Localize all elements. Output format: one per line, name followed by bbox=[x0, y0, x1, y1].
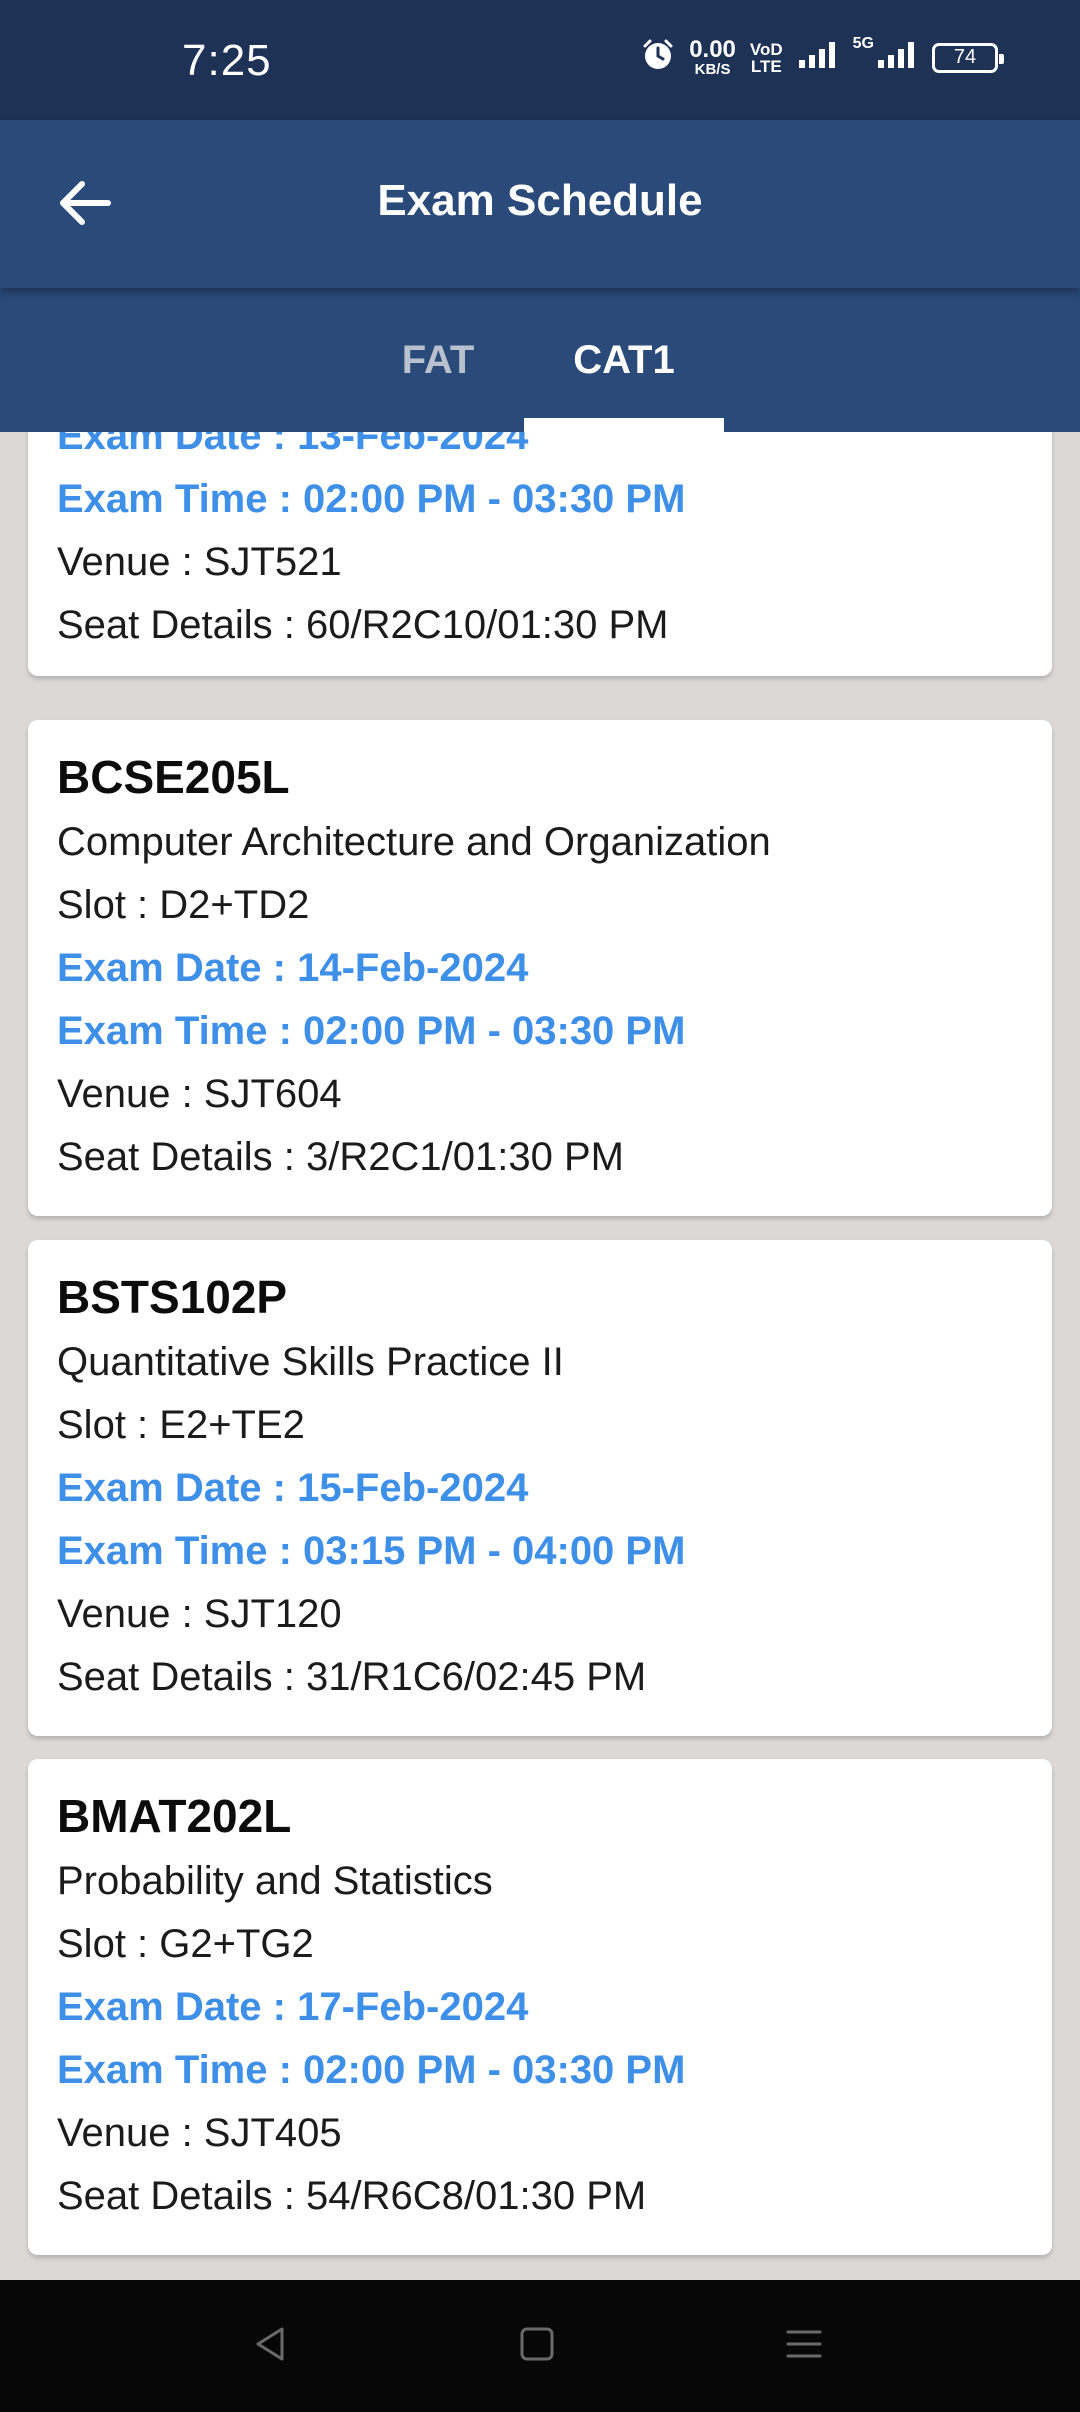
signal-icon bbox=[797, 40, 839, 75]
volte-bottom: LTE bbox=[750, 56, 782, 76]
nav-back-button[interactable] bbox=[240, 2316, 300, 2376]
network-speed-unit: KB/S bbox=[694, 61, 731, 78]
network-speed: 0.00 KB/S bbox=[689, 36, 736, 78]
exam-slot: Slot : D2+TD2 bbox=[57, 883, 310, 927]
exam-course-title: Probability and Statistics bbox=[57, 1859, 493, 1903]
exam-venue: Venue : SJT604 bbox=[57, 1072, 342, 1116]
exam-list[interactable]: Exam Date : 13-Feb-2024 Exam Time : 02:0… bbox=[0, 432, 1080, 2280]
exam-course-title: Computer Architecture and Organization bbox=[57, 820, 771, 864]
network-speed-value: 0.00 bbox=[689, 36, 736, 63]
exam-venue: Venue : SJT521 bbox=[57, 540, 342, 584]
exam-card: BMAT202L Probability and Statistics Slot… bbox=[28, 1759, 1052, 2255]
exam-seat-details: Seat Details : 60/R2C10/01:30 PM bbox=[57, 603, 669, 647]
exam-time: Exam Time : 02:00 PM - 03:30 PM bbox=[57, 1009, 686, 1053]
exam-seat-details: Seat Details : 3/R2C1/01:30 PM bbox=[57, 1135, 624, 1179]
exam-slot: Slot : E2+TE2 bbox=[57, 1403, 305, 1447]
status-bar: 7:25 0.00 KB/S VoD LTE 5G 74 bbox=[0, 0, 1080, 120]
tab-fat[interactable]: FAT bbox=[358, 288, 518, 432]
exam-seat-details: Seat Details : 54/R6C8/01:30 PM bbox=[57, 2174, 647, 2218]
exam-time: Exam Time : 02:00 PM - 03:30 PM bbox=[57, 477, 686, 521]
status-time: 7:25 bbox=[182, 36, 272, 85]
volte-icon: VoD LTE bbox=[750, 41, 783, 75]
alarm-icon bbox=[641, 38, 675, 77]
exam-venue: Venue : SJT405 bbox=[57, 2111, 342, 2155]
system-nav-bar bbox=[0, 2280, 1080, 2412]
exam-card: Exam Date : 13-Feb-2024 Exam Time : 02:0… bbox=[28, 432, 1052, 676]
exam-course-code: BCSE205L bbox=[57, 751, 290, 803]
battery-icon: 74 bbox=[932, 42, 1004, 73]
exam-card: BCSE205L Computer Architecture and Organ… bbox=[28, 720, 1052, 1216]
exam-date: Exam Date : 17-Feb-2024 bbox=[57, 1985, 529, 2029]
exam-time: Exam Time : 03:15 PM - 04:00 PM bbox=[57, 1529, 686, 1573]
menu-lines-icon bbox=[784, 2324, 824, 2369]
signal-5g-icon bbox=[876, 40, 918, 75]
exam-venue: Venue : SJT120 bbox=[57, 1592, 342, 1636]
square-home-icon bbox=[517, 2324, 557, 2369]
status-icons: 0.00 KB/S VoD LTE 5G 74 bbox=[641, 34, 1004, 78]
exam-course-code: BSTS102P bbox=[57, 1271, 288, 1323]
exam-slot: Slot : G2+TG2 bbox=[57, 1922, 314, 1966]
tab-cat1[interactable]: CAT1 bbox=[524, 288, 724, 432]
tab-bar: FAT CAT1 bbox=[0, 288, 1080, 432]
exam-course-code: BMAT202L bbox=[57, 1790, 292, 1842]
exam-seat-details: Seat Details : 31/R1C6/02:45 PM bbox=[57, 1655, 647, 1699]
exam-time: Exam Time : 02:00 PM - 03:30 PM bbox=[57, 2048, 686, 2092]
exam-date: Exam Date : 14-Feb-2024 bbox=[57, 946, 529, 990]
exam-course-title: Quantitative Skills Practice II bbox=[57, 1340, 564, 1384]
triangle-back-icon bbox=[250, 2324, 290, 2369]
exam-card: BSTS102P Quantitative Skills Practice II… bbox=[28, 1240, 1052, 1736]
exam-date: Exam Date : 15-Feb-2024 bbox=[57, 1466, 529, 1510]
nav-recents-button[interactable] bbox=[774, 2316, 834, 2376]
network-type-label: 5G bbox=[852, 34, 874, 52]
nav-home-button[interactable] bbox=[507, 2316, 567, 2376]
app-bar: Exam Schedule bbox=[0, 120, 1080, 288]
tab-selected-indicator bbox=[524, 418, 724, 432]
exam-date: Exam Date : 13-Feb-2024 bbox=[57, 432, 529, 458]
page-title: Exam Schedule bbox=[377, 176, 703, 225]
battery-level: 74 bbox=[953, 46, 977, 68]
